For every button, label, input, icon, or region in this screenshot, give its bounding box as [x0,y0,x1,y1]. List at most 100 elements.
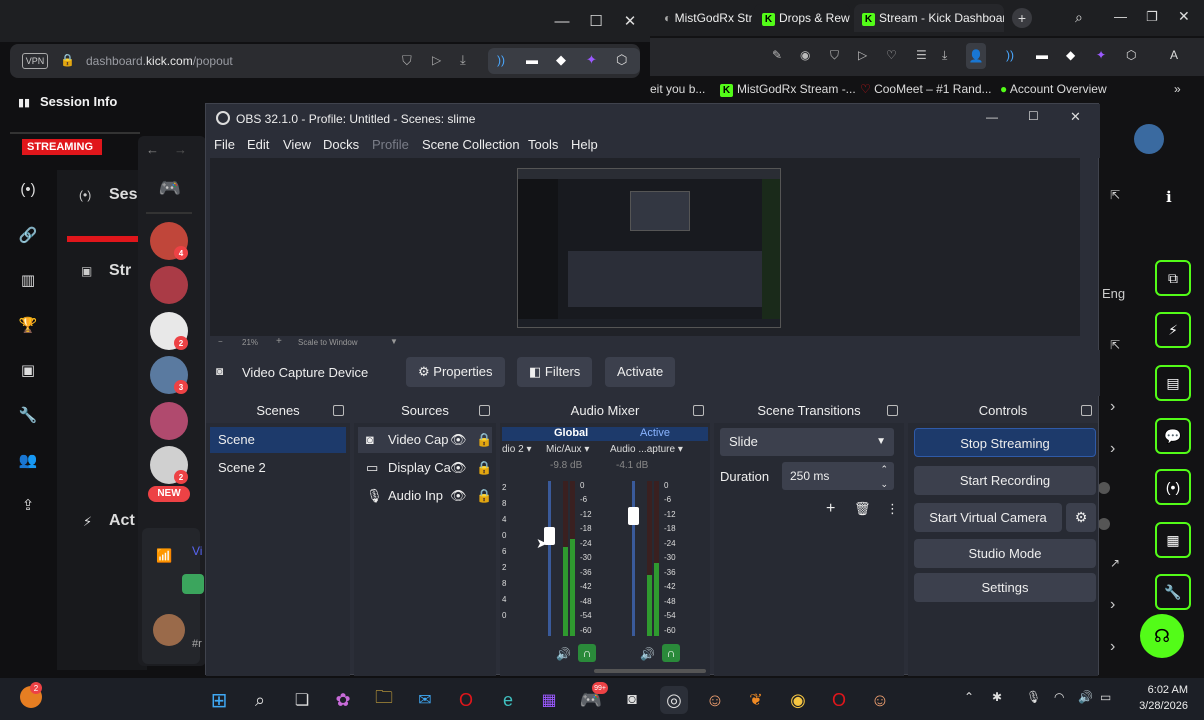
scale-mode[interactable]: Scale to Window [298,338,358,347]
chevron-down-icon[interactable]: ▼ [390,337,398,346]
start-icon[interactable]: ⊞ [205,686,233,714]
headphones-icon[interactable]: ∩ [662,644,680,662]
copilot-icon[interactable]: ✿ [329,686,357,714]
expand-icon[interactable]: ⇱ [1110,338,1120,352]
app-icon[interactable]: ☺ [866,686,894,714]
download-icon[interactable]: ⤓ [460,52,466,68]
task-view-icon[interactable]: ❏ [288,686,316,714]
settings-button[interactable]: Settings [914,573,1096,602]
broadcast-icon[interactable]: (•) [1155,469,1191,505]
shield-icon[interactable]: ⛉ [830,48,839,63]
minimize-icon[interactable]: — [1114,9,1127,24]
translate-icon[interactable]: A [1170,48,1178,62]
extension-box-icon[interactable]: ⬡ [616,52,627,68]
undock-icon[interactable] [1081,405,1092,416]
gear-icon[interactable]: ⚙ [1066,503,1096,532]
avatar[interactable] [153,614,185,646]
activate-button[interactable]: Activate [605,357,676,387]
chevron-right-icon[interactable]: › [1110,398,1115,416]
chrome-icon[interactable]: ◉ [784,686,812,714]
volume-slider-track[interactable] [548,481,551,636]
more-options-icon[interactable]: ⋮ [886,501,899,517]
volume-icon[interactable]: 🔊 [1078,690,1093,704]
list-icon[interactable]: ☰ [916,48,927,62]
wrench-icon[interactable]: 🔧 [1155,574,1191,610]
start-virtual-camera-button[interactable]: Start Virtual Camera [914,503,1062,532]
studio-mode-button[interactable]: Studio Mode [914,539,1096,568]
media-icon[interactable]: ▣ [14,357,42,383]
speaker-icon[interactable]: 🔊 [556,647,571,661]
extension-twitch-icon[interactable]: ✦ [1096,48,1106,62]
avatar[interactable] [150,402,188,440]
fl-studio-icon[interactable]: ❦ [742,686,770,714]
tab-drops[interactable]: K Drops & Rewa [754,4,850,32]
outlook-icon[interactable]: ✉ [411,686,439,714]
undock-icon[interactable] [333,405,344,416]
camera-button[interactable] [182,574,204,594]
lock-icon[interactable]: 🔒 [476,483,492,509]
chart-icon[interactable]: ▥ [14,267,42,293]
tray-app-icon[interactable]: ✱ [992,690,1002,704]
microphone-icon[interactable]: 🎙 [1026,690,1041,704]
menu-edit[interactable]: Edit [247,137,269,152]
menu-tools[interactable]: Tools [528,137,558,152]
chevron-up-icon[interactable]: ⌃ [964,690,974,704]
undock-icon[interactable] [887,405,898,416]
media-app-icon[interactable]: ▦ [535,686,563,714]
extension-diamond-icon[interactable]: ◆ [556,52,566,68]
lock-icon[interactable]: 🔒 [476,455,492,481]
search-icon[interactable]: ⌕ [1075,9,1083,26]
trophy-icon[interactable]: 🏆 [14,312,42,338]
close-icon[interactable]: ✕ [1070,109,1081,125]
battery-icon[interactable]: ▭ [1100,690,1111,704]
opera-gx-icon[interactable]: O [825,686,853,714]
chat-icon[interactable]: 💬 [1155,418,1191,454]
vpn-badge[interactable]: VPN [22,53,48,69]
properties-button[interactable]: ⚙ Properties [406,357,505,387]
edit-icon[interactable]: ✎ [772,48,782,62]
chevron-right-icon[interactable]: › [1110,638,1115,656]
mixer-active-tab[interactable]: Active [640,427,670,439]
close-icon[interactable]: ✕ [615,8,645,34]
obs-preview[interactable] [210,158,1080,336]
toggle[interactable] [1098,518,1110,530]
expand-icon[interactable]: ⇱ [1110,188,1120,202]
menu-docks[interactable]: Docks [323,137,359,152]
start-recording-button[interactable]: Start Recording [914,466,1096,495]
layout-icon[interactable]: ▦ [1155,522,1191,558]
extension-twitch-icon[interactable]: ✦ [586,52,597,68]
headphones-icon[interactable]: ∩ [578,644,596,662]
extension-wave-icon[interactable]: )) [1006,48,1014,62]
maximize-icon[interactable]: ☐ [1028,109,1039,123]
extension-diamond-icon[interactable]: ◆ [1066,48,1075,62]
horizontal-scrollbar[interactable] [594,669,706,673]
trash-icon[interactable]: 🗑 [854,501,871,517]
eye-icon[interactable]: 👁 [450,483,467,509]
menu-file[interactable]: File [214,137,235,152]
extension-wave-icon[interactable]: )) [497,53,505,67]
avatar[interactable] [150,266,188,304]
support-chat-icon[interactable]: ☊ [1140,614,1184,658]
clock-time[interactable]: 6:02 AM [1138,684,1188,696]
popout-address-bar[interactable]: VPN 🔒 dashboard.kick.com/popout ⛉ ▷ ⤓ ))… [10,44,640,78]
upload-icon[interactable]: ⇪ [14,492,42,518]
avatar[interactable] [1134,124,1164,154]
extension-box-icon[interactable]: ⬡ [1126,48,1136,62]
toggle[interactable] [1098,482,1110,494]
menu-profile[interactable]: Profile [372,137,409,152]
clock-date[interactable]: 3/28/2026 [1128,700,1188,712]
users-icon[interactable]: 👥 [14,447,42,473]
zoom-out-icon[interactable]: − [218,337,223,346]
broadcast-icon[interactable]: (•) [14,176,42,202]
info-icon[interactable]: ℹ [1166,188,1172,206]
chevron-right-icon[interactable]: › [1110,440,1115,458]
speaker-icon[interactable]: 🔊 [640,647,655,661]
search-icon[interactable]: ⌕ [246,686,274,714]
play-icon[interactable]: ▷ [858,48,867,62]
screen-icon[interactable]: ⧉ [1155,260,1191,296]
source-item[interactable]: ▭ Display Ca 👁 🔒 [358,455,492,481]
add-transition-icon[interactable]: + [826,500,835,518]
scene-item[interactable]: Scene 2 [210,455,346,481]
chevron-right-icon[interactable]: › [1110,596,1115,614]
tab-mistgodrx[interactable]: ◐ MistGodRx Str [656,4,752,32]
